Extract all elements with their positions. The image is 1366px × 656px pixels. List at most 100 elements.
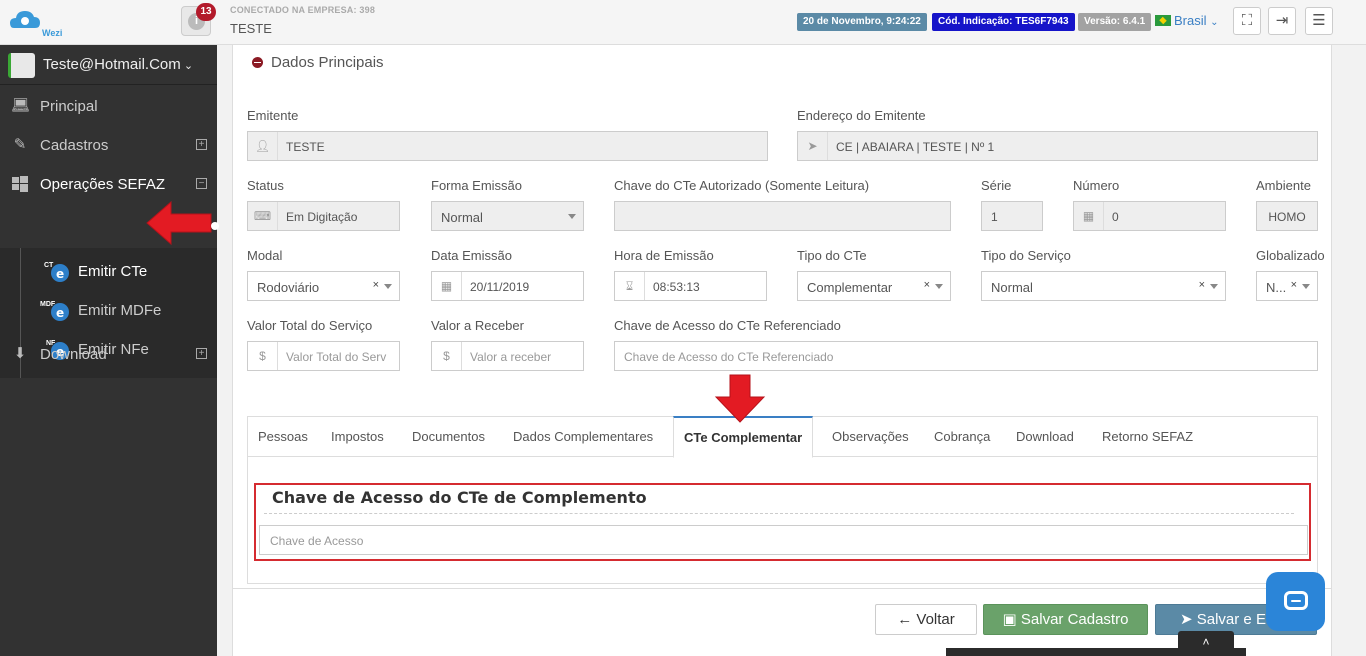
tipo-cte-label: Tipo do CTe bbox=[797, 248, 867, 263]
cte-icon: e CT bbox=[44, 262, 69, 282]
app-logo[interactable]: Wezi bbox=[8, 6, 68, 40]
expand-plus-icon: + bbox=[196, 139, 207, 150]
globalizado-select[interactable]: N... × bbox=[1256, 271, 1318, 301]
numero-value: 0 bbox=[1112, 210, 1119, 224]
chave-autorizado-field[interactable] bbox=[614, 201, 951, 231]
chevron-up-icon: ˄ bbox=[1202, 635, 1210, 649]
caret-down-icon bbox=[1210, 284, 1218, 289]
user-menu[interactable]: Teste@Hotmail.Com ⌄ bbox=[0, 45, 217, 85]
menu-button[interactable]: ☰ bbox=[1305, 7, 1333, 35]
language-selector[interactable]: Brasil ⌄ bbox=[1155, 13, 1219, 28]
numero-field[interactable]: ▦ 0 bbox=[1073, 201, 1226, 231]
tab-cobranca[interactable]: Cobrança bbox=[924, 417, 1000, 457]
serie-label: Série bbox=[981, 178, 1012, 193]
hora-emissao-field[interactable]: ⌛︎ 08:53:13 bbox=[614, 271, 767, 301]
sidebar-item-download[interactable]: ⬇︎ Download + bbox=[0, 335, 217, 374]
globalizado-label: Globalizado bbox=[1256, 248, 1325, 263]
user-icon: 👤︎ bbox=[248, 132, 278, 160]
logout-button[interactable]: ⇥ bbox=[1268, 7, 1296, 35]
emitente-field[interactable]: 👤︎ TESTE bbox=[247, 131, 768, 161]
valor-receber-input[interactable]: $ Valor a receber bbox=[431, 341, 584, 371]
hora-emissao-value: 08:53:13 bbox=[653, 280, 700, 294]
data-emissao-value: 20/11/2019 bbox=[470, 280, 530, 294]
emitente-value: TESTE bbox=[286, 140, 325, 154]
svg-text:MDF: MDF bbox=[40, 301, 56, 308]
serie-value: 1 bbox=[991, 210, 998, 224]
sidebar-item-emitir-cte[interactable]: e CT Emitir CTe bbox=[40, 255, 210, 287]
tab-documentos[interactable]: Documentos bbox=[402, 417, 495, 457]
scroll-top-button[interactable]: ˄ bbox=[1178, 631, 1234, 656]
tab-dados-complementares[interactable]: Dados Complementares bbox=[503, 417, 663, 457]
clear-icon[interactable]: × bbox=[373, 279, 379, 291]
fullscreen-button[interactable]: ⛶ bbox=[1233, 7, 1261, 35]
chat-bubble-icon bbox=[1284, 591, 1308, 610]
sidebar-item-principal[interactable]: 💻︎ Principal bbox=[0, 87, 217, 126]
keyboard-icon: ⌨︎ bbox=[248, 202, 278, 230]
version-badge: Versão: 6.4.1 bbox=[1078, 13, 1152, 31]
section-title: Dados Principais bbox=[271, 54, 384, 71]
avatar bbox=[8, 53, 35, 78]
company-name: TESTE bbox=[230, 21, 272, 36]
numero-label: Número bbox=[1073, 178, 1120, 193]
date-badge: 20 de Novembro, 9:24:22 bbox=[797, 13, 927, 31]
referral-code-badge: Cód. Indicação: TES6F7943 bbox=[932, 13, 1075, 31]
tab-download[interactable]: Download bbox=[1006, 417, 1084, 457]
caret-down-icon bbox=[568, 214, 576, 219]
paper-plane-icon: ➤ bbox=[1180, 611, 1193, 628]
svg-text:e: e bbox=[56, 267, 64, 281]
salvar-label: Salvar Cadastro bbox=[1020, 611, 1129, 628]
tabs-container: Pessoas Impostos Documentos Dados Comple… bbox=[247, 416, 1318, 584]
chave-ref-input[interactable]: Chave de Acesso do CTe Referenciado bbox=[614, 341, 1318, 371]
modal-select[interactable]: Rodoviário × bbox=[247, 271, 400, 301]
sidebar-item-cadastros[interactable]: ✎ Cadastros + bbox=[0, 126, 217, 165]
ambiente-field[interactable]: HOMO bbox=[1256, 201, 1318, 231]
endereco-field[interactable]: ➤ CE | ABAIARA | TESTE | Nº 1 bbox=[797, 131, 1318, 161]
floppy-disk-icon: ▣ bbox=[1002, 611, 1017, 628]
status-field[interactable]: ⌨︎ Em Digitação bbox=[247, 201, 400, 231]
clear-icon[interactable]: × bbox=[1199, 279, 1205, 291]
divider bbox=[264, 513, 1294, 514]
valor-receber-placeholder: Valor a receber bbox=[470, 350, 552, 364]
tipo-servico-select[interactable]: Normal × bbox=[981, 271, 1226, 301]
forma-emissao-select[interactable]: Normal bbox=[431, 201, 584, 231]
svg-text:CT: CT bbox=[44, 262, 54, 269]
section-header[interactable]: Dados Principais bbox=[252, 54, 384, 71]
valor-total-placeholder: Valor Total do Serv bbox=[286, 350, 387, 364]
chave-acesso-input[interactable]: Chave de Acesso bbox=[259, 525, 1308, 555]
serie-field[interactable]: 1 bbox=[981, 201, 1043, 231]
voltar-label: Voltar bbox=[916, 611, 955, 628]
mdfe-icon: e MDF bbox=[40, 301, 69, 321]
valor-total-label: Valor Total do Serviço bbox=[247, 318, 373, 333]
sidebar-item-emitir-mdfe[interactable]: e MDF Emitir MDFe bbox=[40, 294, 210, 326]
tipo-servico-label: Tipo do Serviço bbox=[981, 248, 1071, 263]
chat-widget-button[interactable] bbox=[1266, 572, 1325, 631]
forma-emissao-label: Forma Emissão bbox=[431, 178, 523, 193]
voltar-button[interactable]: ← Voltar bbox=[875, 604, 977, 635]
active-indicator bbox=[211, 222, 219, 230]
data-emissao-field[interactable]: ▦ 20/11/2019 bbox=[431, 271, 584, 301]
location-arrow-icon: ➤ bbox=[798, 132, 828, 160]
valor-receber-label: Valor a Receber bbox=[431, 318, 524, 333]
expand-plus-icon: + bbox=[196, 348, 207, 359]
ambiente-label: Ambiente bbox=[1256, 178, 1311, 193]
status-value: Em Digitação bbox=[286, 210, 358, 224]
notification-count: 13 bbox=[196, 3, 216, 21]
clear-icon[interactable]: × bbox=[1291, 279, 1297, 291]
notifications-button[interactable]: i 13 bbox=[181, 3, 216, 36]
dollar-icon: $ bbox=[432, 342, 462, 370]
caret-down-icon bbox=[384, 284, 392, 289]
tab-impostos[interactable]: Impostos bbox=[321, 417, 394, 457]
tab-pessoas[interactable]: Pessoas bbox=[248, 417, 318, 457]
collapse-icon bbox=[252, 57, 263, 68]
brazil-flag-icon bbox=[1155, 15, 1171, 26]
forma-emissao-value: Normal bbox=[441, 210, 483, 225]
hora-emissao-label: Hora de Emissão bbox=[614, 248, 714, 263]
tipo-cte-select[interactable]: Complementar × bbox=[797, 271, 951, 301]
clear-icon[interactable]: × bbox=[924, 279, 930, 291]
tab-retorno-sefaz[interactable]: Retorno SEFAZ bbox=[1092, 417, 1203, 457]
chevron-down-icon: ⌄ bbox=[180, 60, 194, 72]
tab-observacoes[interactable]: Observações bbox=[822, 417, 919, 457]
data-emissao-label: Data Emissão bbox=[431, 248, 512, 263]
valor-total-input[interactable]: $ Valor Total do Serv bbox=[247, 341, 400, 371]
salvar-cadastro-button[interactable]: ▣ Salvar Cadastro bbox=[983, 604, 1148, 635]
